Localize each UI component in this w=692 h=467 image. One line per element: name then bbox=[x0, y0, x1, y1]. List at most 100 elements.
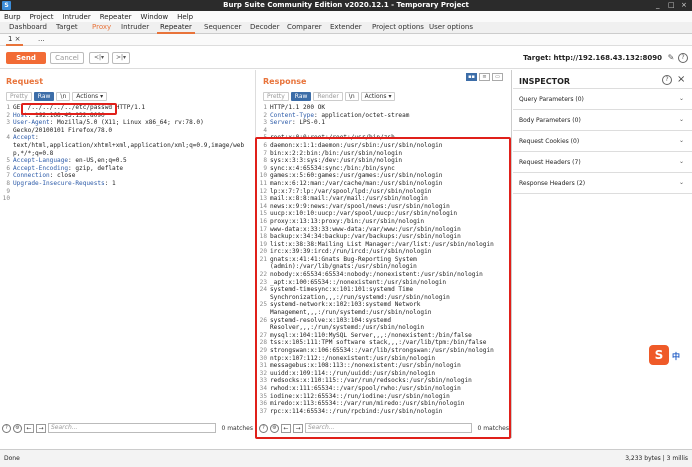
line-number: 6 bbox=[6, 164, 10, 172]
header-name: Accept bbox=[13, 134, 36, 142]
tab-target[interactable]: Target bbox=[56, 23, 78, 31]
request-editor[interactable]: 1 GET /../../../../etc/passwd HTTP/1.1 2 Ho… bbox=[2, 104, 253, 418]
inspector-help-icon[interactable]: ? bbox=[662, 75, 672, 85]
inspector-row-label: Query Parameters (0) bbox=[519, 96, 584, 103]
maximize-button[interactable]: □ bbox=[668, 1, 675, 9]
inspector-close-icon[interactable]: × bbox=[677, 74, 685, 85]
inspector-request-headers[interactable]: Request Headers (7) ⌄ bbox=[513, 152, 692, 173]
line-number bbox=[2, 127, 10, 135]
inspector-row-label: Response Headers (2) bbox=[519, 180, 586, 187]
response-search-input[interactable]: Search... bbox=[305, 423, 473, 433]
response-panel: Response ▪▪ ≡ ▭ Pretty Raw Render \n Act… bbox=[255, 70, 512, 439]
request-actions-button[interactable]: Actions ▾ bbox=[72, 92, 108, 101]
tab-intruder[interactable]: Intruder bbox=[121, 23, 149, 31]
header-name: Accept-Language bbox=[13, 157, 69, 165]
line-content: : en-US,en;q=0.5 bbox=[68, 157, 127, 165]
menu-help[interactable]: Help bbox=[177, 13, 193, 21]
inspector-row-label: Body Parameters (0) bbox=[519, 117, 581, 124]
response-newline-button[interactable]: \n bbox=[344, 92, 359, 101]
inspector-request-cookies[interactable]: Request Cookies (0) ⌄ bbox=[513, 131, 692, 152]
tab-sequencer[interactable]: Sequencer bbox=[204, 23, 241, 31]
tab-proxy[interactable]: Proxy bbox=[92, 23, 111, 31]
code-line: 8 Upgrade-Insecure-Requests: 1 bbox=[2, 180, 253, 188]
line-number: 2 bbox=[263, 111, 267, 119]
request-match-count: 0 matches bbox=[221, 424, 253, 432]
edit-target-icon[interactable]: ✎ bbox=[666, 53, 676, 63]
response-body-highlight bbox=[255, 137, 511, 439]
line-text: text/html,application/xhtml+xml,applicat… bbox=[13, 142, 244, 150]
inspector-response-headers[interactable]: Response Headers (2) ⌄ bbox=[513, 173, 692, 194]
code-line: 2 Content-Type: application/octet-stream bbox=[259, 112, 509, 120]
send-button[interactable]: Send bbox=[6, 52, 46, 64]
request-search-prev-icon[interactable]: ← bbox=[24, 423, 34, 433]
menu-bar: Burp Project Intruder Repeater Window He… bbox=[0, 11, 692, 22]
header-name: Content-Type bbox=[270, 111, 315, 119]
tab-project-options[interactable]: Project options bbox=[372, 23, 424, 31]
ime-language-indicator[interactable]: 中 bbox=[672, 351, 680, 362]
request-pretty-button[interactable]: Pretty bbox=[6, 92, 32, 101]
target-label[interactable]: Target: http://192.168.43.132:8090 bbox=[523, 54, 662, 62]
request-search-help-icon[interactable]: ? bbox=[2, 423, 11, 433]
menu-burp[interactable]: Burp bbox=[4, 13, 21, 21]
response-render-button[interactable]: Render bbox=[313, 92, 343, 101]
request-path-highlight bbox=[21, 103, 117, 115]
request-newline-button[interactable]: \n bbox=[56, 92, 71, 101]
response-search-next-icon[interactable]: → bbox=[293, 423, 303, 433]
request-panel: Request Pretty Raw \n Actions ▾ 1 GET /..… bbox=[0, 70, 256, 438]
tab-dashboard[interactable]: Dashboard bbox=[9, 23, 47, 31]
window-title: Burp Suite Community Edition v2020.12.1 … bbox=[223, 1, 469, 9]
request-search-next-icon[interactable]: → bbox=[36, 423, 46, 433]
inspector-title: INSPECTOR bbox=[519, 77, 571, 86]
code-line: 3 User-Agent: Mozilla/5.0 (X11; Linux x86… bbox=[2, 119, 253, 127]
layout-tabs-icon[interactable]: ▭ bbox=[492, 73, 503, 81]
response-search-prev-icon[interactable]: ← bbox=[281, 423, 291, 433]
close-window-button[interactable]: × bbox=[681, 1, 687, 9]
inspector-row-label: Request Headers (7) bbox=[519, 159, 581, 166]
request-search-settings-icon[interactable]: ⚙ bbox=[13, 423, 22, 433]
cancel-button[interactable]: Cancel bbox=[50, 52, 84, 64]
line-number: 3 bbox=[6, 119, 10, 127]
header-line: Accept-Language: en-US,en;q=0.5 bbox=[13, 157, 127, 165]
code-line: 4 Accept: bbox=[2, 134, 253, 142]
menu-intruder[interactable]: Intruder bbox=[63, 13, 91, 21]
back-button[interactable]: <|▾ bbox=[89, 52, 109, 64]
request-raw-button[interactable]: Raw bbox=[33, 92, 55, 101]
tab-extender[interactable]: Extender bbox=[330, 23, 362, 31]
chevron-down-icon: ⌄ bbox=[678, 179, 684, 186]
response-raw-button[interactable]: Raw bbox=[290, 92, 312, 101]
code-line: 1 HTTP/1.1 200 OK bbox=[259, 104, 509, 112]
repeater-tabs: 1 × ... bbox=[0, 34, 692, 46]
ime-logo-icon[interactable]: S bbox=[649, 345, 669, 365]
response-pretty-button[interactable]: Pretty bbox=[263, 92, 289, 101]
response-search-help-icon[interactable]: ? bbox=[259, 423, 268, 433]
line-content: Gecko/20100101 Firefox/78.0 bbox=[13, 126, 113, 134]
tab-decoder[interactable]: Decoder bbox=[250, 23, 279, 31]
request-search-input[interactable]: Search... bbox=[48, 423, 217, 433]
menu-window[interactable]: Window bbox=[141, 13, 169, 21]
repeater-tab-new[interactable]: ... bbox=[38, 35, 45, 43]
response-search-settings-icon[interactable]: ⚙ bbox=[270, 423, 279, 433]
header-name: Connection bbox=[13, 172, 50, 180]
code-line: Gecko/20100101 Firefox/78.0 bbox=[2, 127, 253, 135]
layout-side-by-side-icon[interactable]: ▪▪ bbox=[466, 73, 477, 81]
tab-comparer[interactable]: Comparer bbox=[287, 23, 322, 31]
menu-repeater[interactable]: Repeater bbox=[100, 13, 132, 21]
minimize-button[interactable]: _ bbox=[656, 1, 660, 9]
header-name: Server bbox=[270, 119, 293, 127]
chevron-down-icon: ⌄ bbox=[678, 158, 684, 165]
forward-button[interactable]: >|▾ bbox=[112, 52, 130, 64]
inspector-query-parameters[interactable]: Query Parameters (0) ⌄ bbox=[513, 89, 692, 110]
repeater-tab-1[interactable]: 1 × bbox=[6, 35, 23, 46]
request-search-bar: ? ⚙ ← → Search... 0 matches bbox=[2, 422, 253, 434]
layout-top-bottom-icon[interactable]: ≡ bbox=[479, 73, 490, 81]
response-actions-button[interactable]: Actions ▾ bbox=[360, 92, 396, 101]
code-line: 6 Accept-Encoding: gzip, deflate bbox=[2, 165, 253, 173]
tab-repeater[interactable]: Repeater bbox=[157, 23, 195, 34]
help-icon[interactable]: ? bbox=[678, 53, 688, 63]
menu-project[interactable]: Project bbox=[30, 13, 54, 21]
inspector-body-parameters[interactable]: Body Parameters (0) ⌄ bbox=[513, 110, 692, 131]
line-text: p,*/*;q=0.8 bbox=[13, 150, 53, 158]
header-line: Connection: close bbox=[13, 172, 75, 180]
tab-user-options[interactable]: User options bbox=[429, 23, 473, 31]
status-bar: Done 3,233 bytes | 3 millis bbox=[0, 449, 692, 467]
